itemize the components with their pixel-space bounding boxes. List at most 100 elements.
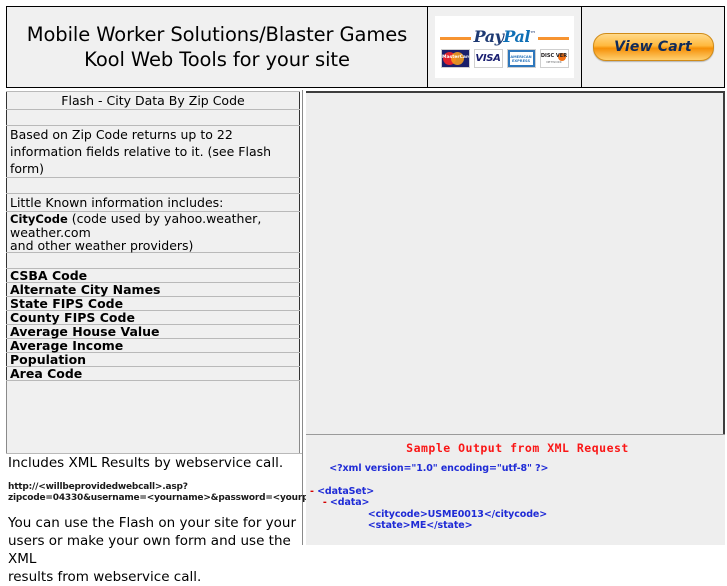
table-row: CSBA Code <box>6 268 300 283</box>
xml-line-text: <data> <box>329 497 370 508</box>
field-area-code: Area Code <box>6 366 300 381</box>
paypal-card-logos: MasterCard VISA AMERICAN EXPRESS DISC VE… <box>440 49 569 68</box>
table-row: Based on Zip Code returns up to 22 infor… <box>6 125 300 178</box>
site-title-line-2: Kool Web Tools for your site <box>84 48 350 71</box>
xml-line: - <data> <box>310 497 725 509</box>
site-header: Mobile Worker Solutions/Blaster Games Ko… <box>6 6 725 88</box>
view-cart-cell: View Cart <box>581 6 725 88</box>
mastercard-label: MasterCard <box>442 55 470 60</box>
paypal-badge[interactable]: PayPal™ MasterCard VISA AMERICAN EXPRESS… <box>435 16 574 78</box>
citycode-term: CityCode <box>10 212 68 226</box>
table-row: Population <box>6 352 300 367</box>
field-county-fips-code: County FIPS Code <box>6 310 300 325</box>
site-title-line-1: Mobile Worker Solutions/Blaster Games <box>26 23 408 46</box>
page-title: Mobile Worker Solutions/Blaster Games Ko… <box>21 22 414 72</box>
xml-sample-heading: Sample Output from XML Request <box>406 441 629 455</box>
xml-sample-lines: <?xml version="1.0" encoding="utf-8" ?> -… <box>310 463 725 532</box>
paypal-badge-cell: PayPal™ MasterCard VISA AMERICAN EXPRESS… <box>427 6 581 88</box>
xml-indent <box>310 509 368 520</box>
xml-indent <box>310 463 329 474</box>
field-average-income: Average Income <box>6 338 300 353</box>
paypal-wordmark-row: PayPal™ <box>440 26 569 46</box>
left-column: Flash - City Data By Zip Code Based on Z… <box>6 90 332 586</box>
field-csba-code: CSBA Code <box>6 268 300 283</box>
table-row: Alternate City Names <box>6 282 300 297</box>
webservice-url-line-1: http://<willbeprovidedwebcall>.asp? <box>8 482 188 492</box>
field-state-fips-code: State FIPS Code <box>6 296 300 311</box>
xml-line-text: <?xml version="1.0" encoding="utf-8" ?> <box>329 463 549 474</box>
page-root: Mobile Worker Solutions/Blaster Games Ko… <box>0 0 727 586</box>
xml-output-panel: Sample Output from XML Request <?xml ver… <box>306 434 725 545</box>
view-cart-button[interactable]: View Cart <box>592 33 714 61</box>
site-title-cell: Mobile Worker Solutions/Blaster Games Ko… <box>6 6 427 88</box>
field-alternate-city-names: Alternate City Names <box>6 282 300 297</box>
discover-logo-icon: DISC VER NETWORK <box>539 49 569 68</box>
discover-sublabel: NETWORK <box>546 60 562 64</box>
description-gap <box>6 177 300 194</box>
discover-label: DISC VER <box>540 53 568 59</box>
mastercard-logo-icon: MasterCard <box>440 49 470 68</box>
xml-line: - <dataSet> <box>310 486 725 498</box>
field-population: Population <box>6 352 300 367</box>
amex-inner-plate: AMERICAN EXPRESS <box>509 52 533 65</box>
xml-note: Includes XML Results by webservice call. <box>8 455 284 471</box>
usage-line-3: results from webservice call. <box>8 569 202 585</box>
table-row <box>6 177 300 194</box>
description-line-1: Based on Zip Code returns up to 22 <box>10 127 233 142</box>
table-row: Area Code <box>6 366 300 381</box>
amex-logo-icon: AMERICAN EXPRESS <box>506 49 536 68</box>
xml-collapse-toggle-icon[interactable]: - <box>310 486 317 497</box>
paypal-rule-left <box>440 37 471 40</box>
citycode-cell: CityCode (code used by yahoo.weather, we… <box>6 211 300 253</box>
discover-wrap: DISC VER NETWORK <box>541 50 568 67</box>
amex-label: AMERICAN EXPRESS <box>510 54 532 63</box>
table-row <box>6 109 300 126</box>
xml-line: <state>ME</state> <box>310 520 725 532</box>
mastercard-circles: MasterCard <box>442 51 470 66</box>
lower-gap-2 <box>8 504 300 514</box>
citycode-desc-2: and other weather providers) <box>10 238 194 253</box>
xml-line-text: <dataSet> <box>317 485 375 497</box>
xml-indent <box>310 520 368 531</box>
table-row: Flash - City Data By Zip Code <box>6 91 300 110</box>
xml-collapse-toggle-icon[interactable]: - <box>310 497 330 508</box>
fields-gap <box>6 252 300 269</box>
usage-line-1: You can use the Flash on your site for y… <box>8 515 297 531</box>
table-row: CityCode (code used by yahoo.weather, we… <box>6 211 300 253</box>
left-empty-block <box>6 381 300 453</box>
webservice-url-line-2: zipcode=04330&username=<yourname>&passwo… <box>8 493 332 503</box>
xml-line-text: <state>ME</state> <box>367 520 473 531</box>
xml-line: <citycode>USME0013</citycode> <box>310 509 725 521</box>
table-row: Average Income <box>6 338 300 353</box>
field-average-house-value: Average House Value <box>6 324 300 339</box>
feature-table: Flash - City Data By Zip Code Based on Z… <box>6 91 300 381</box>
citycode-line-1: CityCode (code used by yahoo.weather, we… <box>10 212 296 239</box>
table-row: Average House Value <box>6 324 300 339</box>
description-cell: Based on Zip Code returns up to 22 infor… <box>6 125 300 178</box>
xml-line: <?xml version="1.0" encoding="utf-8" ?> <box>310 463 725 475</box>
xml-line <box>310 475 725 486</box>
little-known-heading: Little Known information includes: <box>6 193 300 212</box>
paypal-trademark-icon: ™ <box>529 30 536 38</box>
lower-gap-1 <box>8 472 300 482</box>
left-lower-text: Includes XML Results by webservice call.… <box>6 453 332 586</box>
table-row: State FIPS Code <box>6 296 300 311</box>
table-row <box>6 252 300 269</box>
paypal-wordmark: PayPal™ <box>471 27 539 46</box>
paypal-word-pay: Pay <box>473 26 504 46</box>
right-column: Sample Output from XML Request <?xml ver… <box>303 90 725 545</box>
flash-content-panel[interactable] <box>306 91 725 434</box>
paypal-word-pal: Pal <box>503 26 530 46</box>
xml-line-text: <citycode>USME0013</citycode> <box>367 508 548 520</box>
table-row: County FIPS Code <box>6 310 300 325</box>
visa-logo-icon: VISA <box>473 49 503 68</box>
feature-table-spacer <box>6 109 300 126</box>
view-cart-label: View Cart <box>614 39 692 55</box>
usage-line-2: users or make your own form and use the … <box>8 533 291 567</box>
feature-table-title: Flash - City Data By Zip Code <box>6 91 300 110</box>
visa-label: VISA <box>475 53 501 64</box>
table-row: Little Known information includes: <box>6 193 300 212</box>
paypal-rule-right <box>538 37 569 40</box>
main-content: Flash - City Data By Zip Code Based on Z… <box>6 90 725 586</box>
description-line-2: information fields relative to it. (see … <box>10 144 272 176</box>
